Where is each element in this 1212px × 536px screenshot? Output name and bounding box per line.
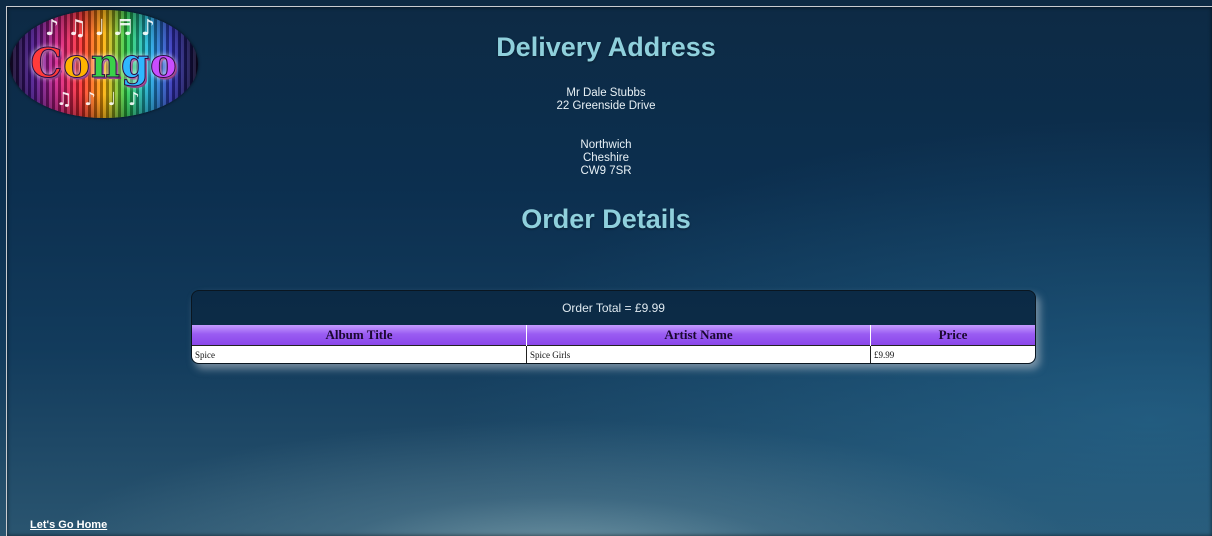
order-details-title: Order Details xyxy=(521,204,691,234)
address-county: Cheshire xyxy=(582,152,630,164)
music-notes-icon: ♪♫♩♬♪ xyxy=(45,16,163,41)
column-header-album-title: Album Title xyxy=(192,325,527,346)
order-total: Order Total = £9.99 xyxy=(562,301,665,315)
order-table: Album Title Artist Name Price Spice Spic… xyxy=(192,325,1035,363)
address-postcode: CW9 7SR xyxy=(580,165,632,177)
address-blank-line xyxy=(0,113,1212,139)
logo-wordmark: Congo xyxy=(30,40,178,87)
congo-logo[interactable]: ♪♫♩♬♪ Congo ♫♪♩♪ xyxy=(10,10,198,118)
table-header-row: Album Title Artist Name Price xyxy=(192,325,1035,346)
column-header-artist-name: Artist Name xyxy=(526,325,871,346)
music-notes-icon: ♫♪♩♪ xyxy=(56,89,152,110)
order-summary-panel: Order Total = £9.99 Album Title Artist N… xyxy=(191,290,1036,364)
cell-price: £9.99 xyxy=(870,345,1035,363)
address-town: Northwich xyxy=(580,139,632,151)
column-header-price: Price xyxy=(870,325,1035,346)
table-row: Spice Spice Girls £9.99 xyxy=(192,345,1035,363)
cell-album-title: Spice xyxy=(192,345,527,363)
cell-artist-name: Spice Girls xyxy=(526,345,871,363)
home-link[interactable]: Let's Go Home xyxy=(30,519,107,531)
